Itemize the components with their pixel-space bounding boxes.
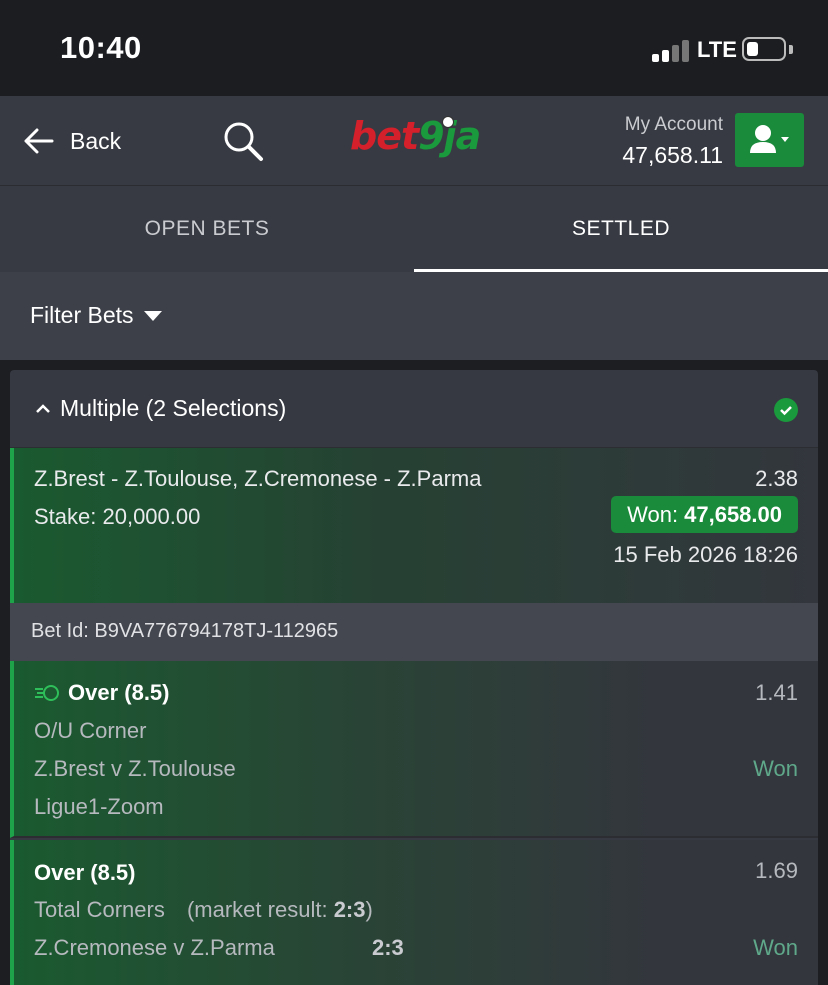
account-label: My Account — [624, 114, 723, 135]
selection-market-row: Total Corners (market result: 2:3) — [34, 897, 373, 923]
bet-settled-date: 15 Feb 2026 18:26 — [613, 542, 798, 567]
bet-summary: Z.Brest - Z.Toulouse, Z.Cremonese - Z.Pa… — [10, 448, 818, 603]
market-result-close: ) — [365, 897, 373, 922]
app-header: Back bet9ja My Account 47,658.11 — [0, 96, 828, 186]
bet-tabs: OPEN BETS SETTLED — [0, 186, 828, 272]
selection-status: Won — [753, 935, 798, 960]
won-badge: Won: 47,658.00 — [611, 496, 798, 533]
tab-open-bets[interactable]: OPEN BETS — [0, 186, 414, 272]
selection-league: Ligue1-Zoom — [34, 794, 164, 819]
status-bar: 10:40 LTE — [0, 0, 828, 96]
selection-match: Z.Cremonese v Z.Parma — [34, 935, 275, 960]
bet-total-odds: 2.38 — [755, 466, 798, 491]
arrow-left-icon — [24, 128, 54, 154]
filter-bets-button[interactable]: Filter Bets — [30, 302, 162, 329]
selection-pick-label: Over (8.5) — [68, 680, 170, 705]
back-button[interactable]: Back — [24, 121, 121, 161]
chevron-up-icon — [36, 404, 50, 413]
search-icon[interactable] — [222, 120, 264, 162]
selection-score: 2:3 — [372, 935, 404, 960]
football-icon — [442, 116, 454, 128]
account-button[interactable] — [735, 113, 804, 167]
battery-icon — [742, 37, 786, 61]
bet-teams: Z.Brest - Z.Toulouse, Z.Cremonese - Z.Pa… — [34, 466, 482, 491]
bet-id-row: Bet Id: B9VA776794178TJ-112965 — [10, 603, 818, 661]
filter-bets-label: Filter Bets — [30, 302, 134, 328]
account-balance: 47,658.11 — [622, 142, 723, 168]
market-result-value: 2:3 — [333, 897, 366, 922]
signal-icon — [652, 38, 692, 62]
selection-market: O/U Corner — [34, 718, 147, 743]
bet-card: Multiple (2 Selections) Z.Brest - Z.Toul… — [10, 370, 818, 985]
selection-pick: Over (8.5) — [34, 860, 136, 885]
selection-item: Over (8.5) 1.41 O/U Corner Z.Brest v Z.T… — [10, 661, 818, 838]
bet-type-title: Multiple (2 Selections) — [60, 395, 287, 421]
selection-odds: 1.69 — [755, 858, 798, 883]
logo-bet: bet — [350, 114, 419, 158]
battery-nub — [789, 45, 793, 54]
user-icon — [750, 125, 789, 153]
bet-card-header[interactable]: Multiple (2 Selections) — [10, 370, 818, 448]
bet-id: Bet Id: B9VA776794178TJ-112965 — [31, 620, 339, 642]
won-amount: 47,658.00 — [684, 501, 782, 527]
filter-bar: Filter Bets — [0, 272, 828, 360]
caret-down-icon — [143, 310, 162, 321]
selection-status: Won — [753, 756, 798, 781]
status-time: 10:40 — [60, 30, 142, 65]
bet9ja-logo[interactable]: bet9ja — [350, 114, 481, 158]
check-circle-icon — [774, 398, 798, 422]
back-label: Back — [70, 127, 122, 154]
tab-settled[interactable]: SETTLED — [414, 186, 828, 272]
selection-item: Over (8.5) 1.69 Total Corners (market re… — [10, 840, 818, 985]
selection-pick: Over (8.5) — [34, 680, 170, 706]
market-result-label: (market result: — [186, 897, 328, 922]
bet-stake: Stake: 20,000.00 — [34, 504, 201, 529]
network-label: LTE — [697, 37, 737, 62]
selection-match: Z.Brest v Z.Toulouse — [34, 756, 236, 781]
won-label: Won: — [627, 501, 679, 527]
selection-odds: 1.41 — [755, 680, 798, 705]
selection-market: Total Corners — [34, 897, 165, 922]
zoom-soccer-icon — [35, 685, 59, 701]
